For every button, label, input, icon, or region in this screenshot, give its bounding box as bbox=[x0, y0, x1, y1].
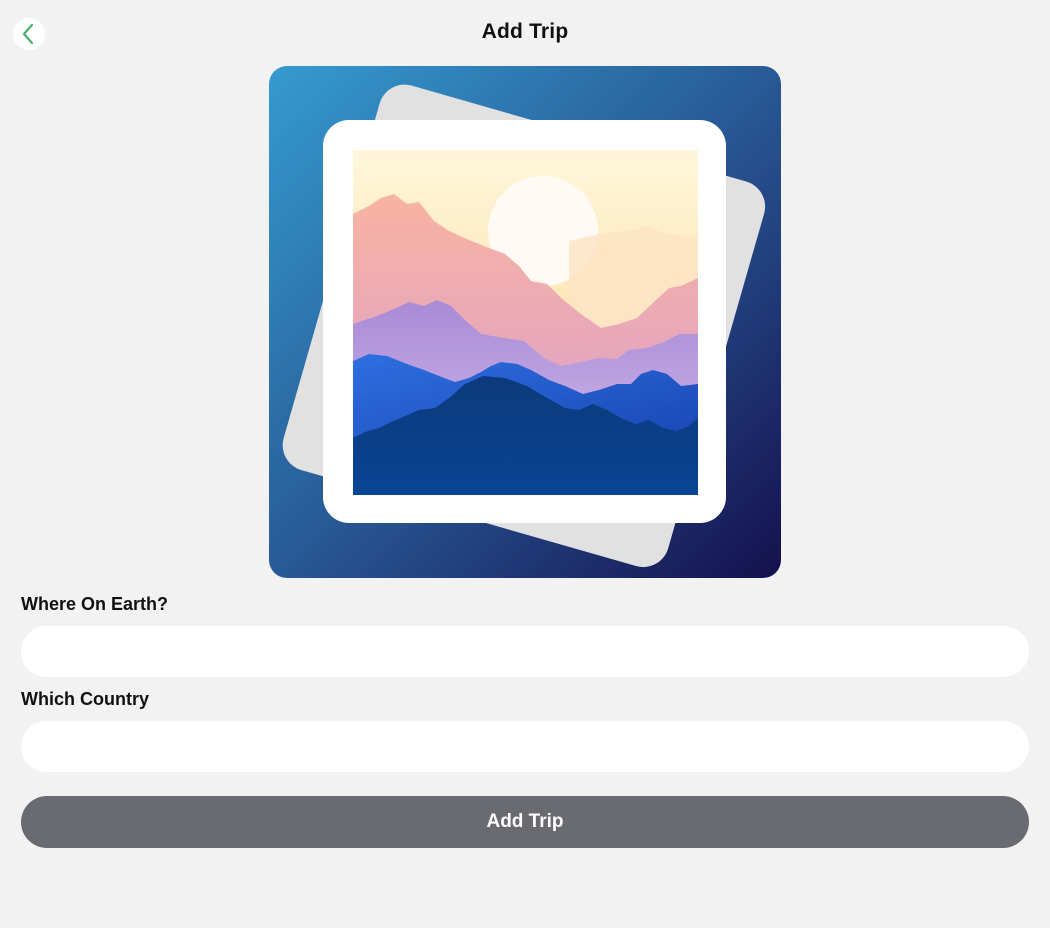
which-country-input[interactable] bbox=[21, 721, 1029, 772]
which-country-label: Which Country bbox=[21, 689, 149, 709]
header: Add Trip bbox=[0, 0, 1050, 68]
landscape-photo-placeholder-icon bbox=[269, 66, 781, 578]
add-trip-button[interactable]: Add Trip bbox=[21, 796, 1029, 848]
where-on-earth-label: Where On Earth? bbox=[21, 594, 169, 614]
trip-image-picker[interactable] bbox=[269, 66, 781, 578]
where-on-earth-input[interactable] bbox=[21, 626, 1029, 677]
page-title: Add Trip bbox=[481, 20, 569, 43]
